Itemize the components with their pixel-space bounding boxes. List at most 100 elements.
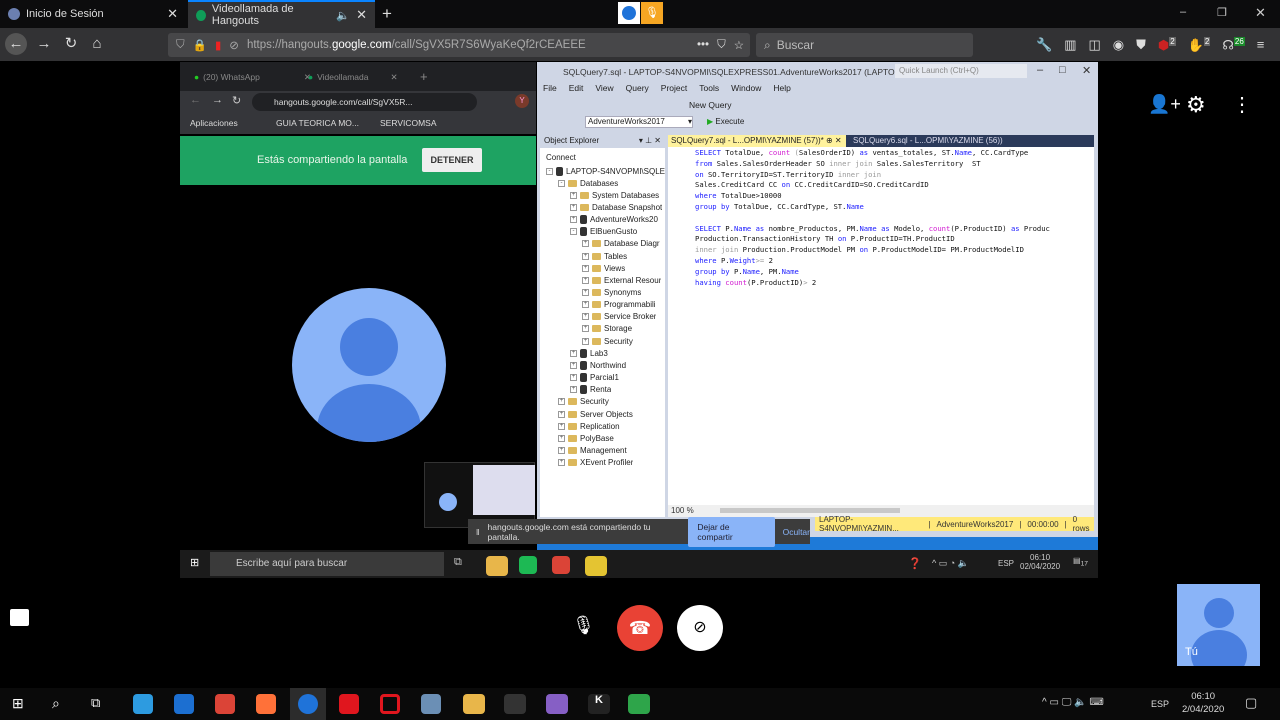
tree-node[interactable]: + Synonyms [582,287,641,299]
spotify-icon[interactable] [519,556,537,574]
hide-button[interactable]: Ocultar [783,527,810,537]
back-button[interactable]: ← [190,94,201,106]
shield-icon[interactable]: ⛉ [176,39,185,52]
sql-code[interactable]: SELECT TotalDue, count (SalesOrderID) as… [695,148,1050,288]
back-button[interactable]: ← [5,33,27,55]
expand-icon[interactable]: + [558,446,565,454]
reload-button[interactable]: ↻ [60,33,82,55]
ublock-icon[interactable]: ⬢2 [1158,37,1176,53]
microphone-icon[interactable]: 🎙 [572,615,595,636]
minimize-button[interactable]: – [1180,6,1186,18]
tree-node[interactable]: + Service Broker [582,311,656,323]
k-app-icon[interactable]: K [588,694,610,714]
new-query-button[interactable]: New Query [689,100,732,110]
bookmark-guia[interactable]: GUIA TEORICA MO... [276,118,359,128]
tree-node[interactable]: - ElBuenGusto [570,226,637,238]
menu-query[interactable]: Query [626,83,649,93]
tree-node[interactable]: - LAPTOP-S4NVOPMI\SQLE [546,165,665,177]
search-icon[interactable]: ⌕ [52,695,60,712]
windows-start-icon[interactable]: ⊞ [12,695,24,712]
tab-inicio-sesion[interactable]: Inicio de Sesión ✕ [0,0,186,28]
sidebar-icon[interactable]: ◫ [1088,37,1100,53]
expand-icon[interactable]: + [582,301,589,309]
panel-controls-icon[interactable]: ▾ ⊥ ✕ [639,136,661,145]
tree-node[interactable]: + Northwind [570,359,626,371]
add-person-icon[interactable]: 👤+ [1148,94,1181,115]
tree-node[interactable]: + Programmabili [582,299,656,311]
close-tab-icon[interactable]: ✕ [391,72,398,83]
profile-avatar[interactable]: Y [515,94,529,108]
expand-icon[interactable]: + [570,386,577,394]
system-tray-icons[interactable]: ^ ▭ ◔ 🔈 [932,558,969,569]
tab-sqlquery6[interactable]: SQLQuery6.sql - L...OPMI\YAZMINE (56)) [850,135,1006,146]
windows-start-icon[interactable]: ⊞ [190,556,199,569]
tree-node[interactable]: + Replication [558,420,620,432]
mic-sharing-icon[interactable]: 🎙 [641,2,663,24]
expand-icon[interactable]: + [558,398,565,406]
clock[interactable]: 06:10 02/04/2020 [1020,553,1060,571]
chat-icon[interactable] [10,609,29,626]
system-tray-icons[interactable]: ^ ▭ 🖵 🔈 ⌨ [1042,697,1104,708]
expand-icon[interactable]: + [558,434,565,442]
whatsapp-icon[interactable] [628,694,650,714]
expand-icon[interactable]: + [582,264,589,272]
horizontal-scrollbar[interactable] [720,508,900,513]
stop-sharing-button[interactable]: DETENER [422,148,482,172]
extension-icon[interactable]: ☊26 [1222,37,1245,53]
edge-icon[interactable] [133,694,153,714]
bookmark-apps[interactable]: Aplicaciones [190,118,238,128]
speaker-icon[interactable]: 🔈 [336,9,350,22]
menu-icon[interactable]: ≡ [1257,37,1265,53]
new-tab-button[interactable]: + [382,4,392,24]
menu-tools[interactable]: Tools [699,83,719,93]
forward-button[interactable]: → [212,94,223,106]
tree-node[interactable]: + PolyBase [558,432,614,444]
tree-node[interactable]: + Views [582,262,625,274]
wrench-icon[interactable]: 🔧 [1036,37,1052,53]
language-indicator[interactable]: ESP [1151,699,1169,709]
tree-node[interactable]: + System Databases [570,189,659,201]
expand-icon[interactable]: + [582,325,589,333]
privacy-shield-icon[interactable]: ⛊ [1136,37,1146,53]
connect-button[interactable]: Connect [546,153,576,162]
reload-button[interactable]: ↻ [232,94,241,107]
search-bar[interactable]: ⌕ Buscar [756,33,973,57]
tree-node[interactable]: + Renta [570,384,611,396]
expand-icon[interactable]: + [582,240,589,248]
restore-button[interactable]: ❐ [1217,6,1227,19]
chrome-icon[interactable] [215,694,235,714]
autoplay-blocked-icon[interactable]: ⊘ [229,38,239,52]
bookmark-star-icon[interactable]: ☆ [734,38,744,52]
chrome-icon[interactable] [552,556,570,574]
tree-node[interactable]: + Tables [582,250,627,262]
tree-node[interactable]: + Parcial1 [570,372,619,384]
zoom-level[interactable]: 100 % [671,506,694,515]
ssms-icon[interactable] [585,556,607,576]
menu-help[interactable]: Help [773,83,790,93]
expand-icon[interactable]: + [570,191,577,199]
expand-icon[interactable]: + [570,374,577,382]
chrome-url-bar[interactable]: hangouts.google.com/call/SgVX5R... [252,93,477,111]
menu-window[interactable]: Window [731,83,761,93]
close-button[interactable]: ✕ [1082,64,1091,77]
database-select[interactable]: AdventureWorks2017 ▾ [585,116,693,128]
task-view-icon[interactable]: ⧉ [454,556,462,569]
tree-node[interactable]: + Storage [582,323,632,335]
collapse-icon[interactable]: - [570,228,577,236]
pocket-icon[interactable]: ⛉ [717,39,726,52]
help-icon[interactable]: ❓ [908,557,922,570]
firefox-icon[interactable] [256,694,276,714]
visual-studio-icon[interactable] [546,694,568,714]
expand-icon[interactable]: + [570,361,577,369]
tab-sqlquery7[interactable]: SQLQuery7.sql - L...OPMI\YAZMINE (57))* … [668,135,846,147]
maximize-button[interactable]: □ [1059,64,1066,76]
tree-node[interactable]: + Management [558,444,627,456]
collapse-icon[interactable]: - [546,167,553,175]
expand-icon[interactable]: + [570,216,577,224]
page-actions-icon[interactable]: ••• [697,39,709,51]
tab-videollamada[interactable]: Videollamada [317,72,368,83]
tree-node[interactable]: + Server Objects [558,408,633,420]
tree-node[interactable]: - Databases [558,177,618,189]
menu-project[interactable]: Project [661,83,687,93]
file-explorer-icon[interactable] [486,556,508,576]
